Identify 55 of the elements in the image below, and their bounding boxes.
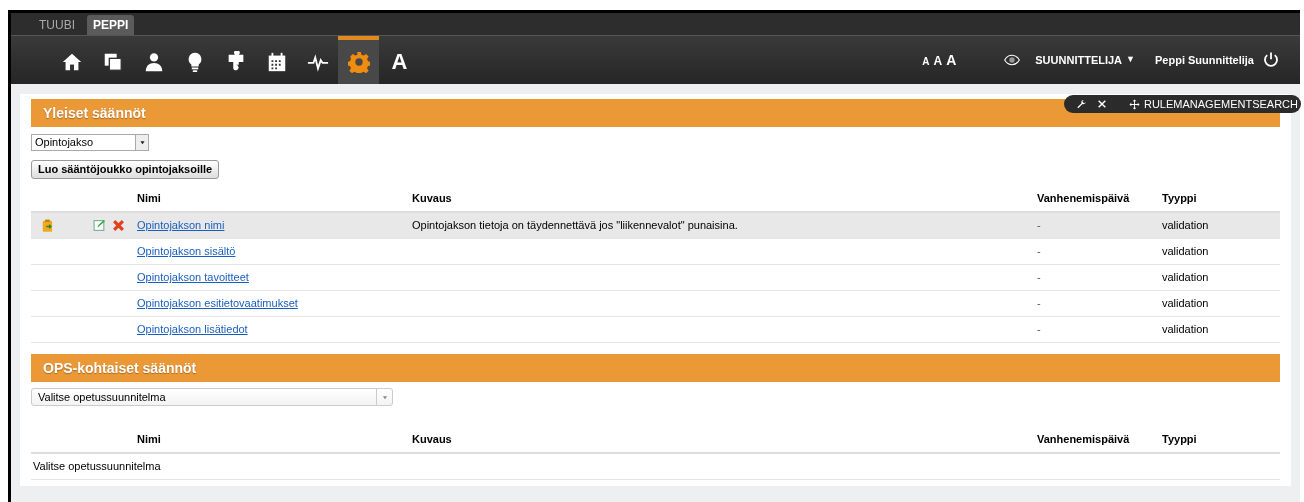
column-header: Tyyppi	[1162, 192, 1197, 205]
table-row[interactable]: Opintojakson sisältö - validation	[31, 239, 1280, 265]
gear-icon	[347, 51, 370, 73]
rule-link[interactable]: Opintojakson sisältö	[137, 245, 236, 258]
wrench-icon	[1075, 98, 1087, 110]
plan-select[interactable]: Valitse opetussuunnitelma	[31, 388, 393, 406]
nav-item[interactable]: A	[379, 36, 420, 84]
dropdown-arrow-icon	[381, 394, 388, 400]
table-row[interactable]: Opintojakson esitietovaatimukset - validation	[31, 291, 1280, 317]
role-menu[interactable]: SUUNNITTELIJA	[1035, 51, 1123, 69]
table-cell: validation	[1162, 323, 1209, 336]
table-row[interactable]: Opintojakson lisätiedot - validation	[31, 317, 1280, 343]
delete-icon	[112, 219, 125, 232]
section-header: OPS-kohtaiset säännöt	[31, 354, 1280, 382]
column-header: Kuvaus	[412, 192, 452, 205]
rule-link[interactable]: Opintojakson lisätiedot	[137, 323, 248, 336]
table-cell: -	[1037, 271, 1041, 284]
widget-title: RULEMANAGEMENTSEARCH	[1143, 96, 1298, 112]
table-cell: validation	[1162, 219, 1209, 232]
column-header: Nimi	[137, 192, 161, 205]
table-cell: validation	[1162, 271, 1209, 284]
move-icon	[1128, 98, 1140, 110]
app-tab[interactable]: TUUBI	[33, 15, 81, 35]
table-cell: -	[1037, 219, 1041, 232]
rule-link[interactable]: Opintojakson tavoitteet	[137, 271, 249, 284]
table-cell: -	[1037, 297, 1041, 310]
column-header: Vanhenemispäivä	[1037, 192, 1130, 205]
column-header: Kuvaus	[412, 433, 452, 446]
close-icon	[1096, 99, 1107, 109]
table-cell: validation	[1162, 297, 1209, 310]
font-size-button[interactable]: A	[946, 49, 957, 71]
table-cell: -	[1037, 245, 1041, 258]
table-cell: -	[1037, 323, 1041, 336]
power-icon	[1262, 51, 1280, 69]
table-cell: validation	[1162, 245, 1209, 258]
font-size-button[interactable]: A	[922, 53, 930, 69]
edit-icon	[93, 219, 106, 232]
empty-message: Valitse opetussuunnitelma	[33, 459, 161, 475]
font-size-button[interactable]: A	[933, 51, 943, 70]
table-cell: Opintojakson tietoja on täydennettävä jos "liikennevalot" punaisina.	[412, 219, 738, 232]
column-header: Vanhenemispäivä	[1037, 433, 1130, 446]
user-name[interactable]: Peppi Suunnittelija	[1155, 51, 1254, 69]
letter-icon: A	[391, 51, 408, 73]
create-ruleset-button[interactable]: Luo sääntöjoukko opintojaksoille	[31, 160, 220, 179]
rule-link[interactable]: Opintojakson esitietovaatimukset	[137, 297, 298, 310]
column-header: Nimi	[137, 433, 161, 446]
table-row[interactable]: Opintojakson nimi Opintojakson tietoja on täydennettävä jos "liikennevalot" punaisina. - validation	[31, 213, 1280, 239]
type-select[interactable]: Opintojakso	[31, 134, 149, 151]
table-row[interactable]: Opintojakson tavoitteet - validation	[31, 265, 1280, 291]
caret-icon: ▼	[1126, 53, 1135, 67]
app-tab[interactable]: PEPPI	[87, 15, 135, 35]
home-icon	[60, 51, 83, 73]
dropdown-arrow-icon	[138, 140, 146, 145]
rule-link[interactable]: Opintojakson nimi	[137, 219, 225, 232]
column-header: Tyyppi	[1162, 433, 1197, 446]
